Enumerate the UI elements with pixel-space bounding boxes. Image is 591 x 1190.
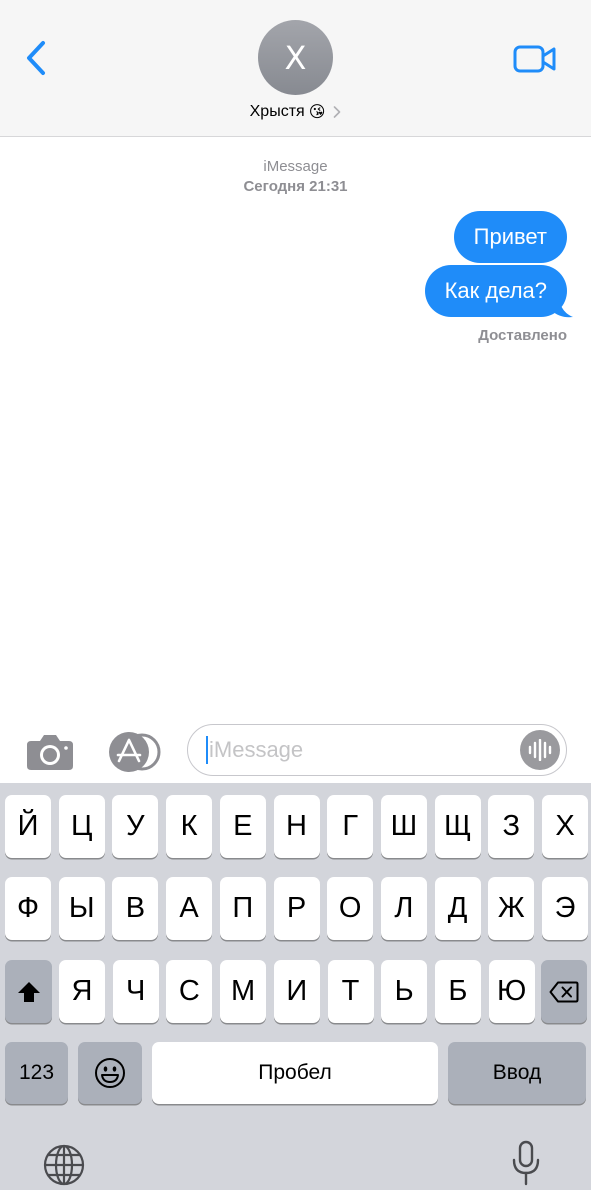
- emoji-key[interactable]: [78, 1042, 142, 1104]
- key-letter[interactable]: Ю: [489, 960, 535, 1023]
- shift-key[interactable]: [5, 960, 52, 1023]
- space-key[interactable]: Пробел: [152, 1042, 438, 1104]
- key-letter[interactable]: З: [488, 795, 534, 858]
- key-letter[interactable]: Л: [381, 877, 427, 940]
- key-letter[interactable]: Ч: [113, 960, 159, 1023]
- voice-message-button[interactable]: [520, 730, 560, 770]
- keyboard: ЙЦУКЕНГШЩЗХ ФЫВАПРОЛДЖЭ ЯЧСМИТЬБЮ 123 Пр…: [0, 783, 591, 1190]
- contact-details-link[interactable]: Хрыстя 😘: [0, 102, 591, 122]
- key-letter[interactable]: О: [327, 877, 373, 940]
- key-letter[interactable]: Д: [435, 877, 481, 940]
- delete-key[interactable]: [541, 960, 587, 1023]
- key-letter[interactable]: И: [274, 960, 320, 1023]
- service-label: iMessage: [0, 157, 591, 177]
- message-input-placeholder: iMessage: [209, 737, 303, 763]
- key-letter[interactable]: М: [220, 960, 266, 1023]
- avatar-initial: Х: [285, 39, 307, 77]
- camera-icon: [24, 732, 76, 772]
- thread-timestamp: Сегодня 21:31: [0, 177, 591, 197]
- backspace-icon: [549, 981, 579, 1003]
- key-letter[interactable]: Ц: [59, 795, 105, 858]
- key-letter[interactable]: Р: [274, 877, 320, 940]
- video-camera-icon: [512, 42, 558, 76]
- chevron-right-icon: [333, 106, 341, 118]
- bubble-tail: [551, 296, 575, 318]
- message-bubble[interactable]: Как дела?: [425, 265, 567, 317]
- emoji-icon: [94, 1057, 126, 1089]
- camera-button[interactable]: [24, 732, 76, 772]
- globe-icon: [43, 1144, 85, 1186]
- return-key[interactable]: Ввод: [448, 1042, 586, 1104]
- key-letter[interactable]: Т: [328, 960, 374, 1023]
- contact-emoji: 😘: [309, 102, 326, 122]
- message-composer: iMessage: [0, 720, 591, 782]
- dictation-button[interactable]: [505, 1139, 547, 1189]
- microphone-icon: [510, 1140, 542, 1188]
- back-button[interactable]: [18, 36, 54, 80]
- key-letter[interactable]: У: [112, 795, 158, 858]
- key-letter[interactable]: Ь: [381, 960, 427, 1023]
- key-letter[interactable]: А: [166, 877, 212, 940]
- shift-arrow-icon: [17, 981, 41, 1003]
- key-letter[interactable]: Э: [542, 877, 588, 940]
- key-letter[interactable]: Ж: [488, 877, 534, 940]
- key-letter[interactable]: Й: [5, 795, 51, 858]
- key-letter[interactable]: Ы: [59, 877, 105, 940]
- key-letter[interactable]: Б: [435, 960, 481, 1023]
- message-bubble[interactable]: Привет: [454, 211, 567, 263]
- app-store-button[interactable]: [104, 732, 162, 772]
- key-letter[interactable]: Я: [59, 960, 105, 1023]
- key-letter[interactable]: К: [166, 795, 212, 858]
- key-letter[interactable]: С: [166, 960, 212, 1023]
- message-input[interactable]: iMessage: [187, 724, 567, 776]
- globe-button[interactable]: [42, 1143, 86, 1187]
- app-store-icon: [104, 732, 162, 772]
- key-letter[interactable]: Г: [327, 795, 373, 858]
- text-caret: [206, 736, 208, 764]
- key-letter[interactable]: Е: [220, 795, 266, 858]
- contact-avatar[interactable]: Х: [258, 20, 333, 95]
- key-letter[interactable]: Ф: [5, 877, 51, 940]
- key-letter[interactable]: П: [220, 877, 266, 940]
- key-letter[interactable]: Х: [542, 795, 588, 858]
- waveform-icon: [527, 739, 553, 761]
- facetime-video-button[interactable]: [512, 42, 558, 76]
- conversation-header: Х Хрыстя 😘: [0, 0, 591, 137]
- numbers-key[interactable]: 123: [5, 1042, 68, 1104]
- key-letter[interactable]: Ш: [381, 795, 427, 858]
- delivery-status: Доставлено: [478, 327, 567, 344]
- key-letter[interactable]: Н: [274, 795, 320, 858]
- contact-name: Хрыстя: [250, 103, 305, 121]
- thread-meta: iMessage Сегодня 21:31: [0, 157, 591, 197]
- key-letter[interactable]: Щ: [435, 795, 481, 858]
- key-letter[interactable]: В: [112, 877, 158, 940]
- chevron-left-icon: [25, 40, 47, 76]
